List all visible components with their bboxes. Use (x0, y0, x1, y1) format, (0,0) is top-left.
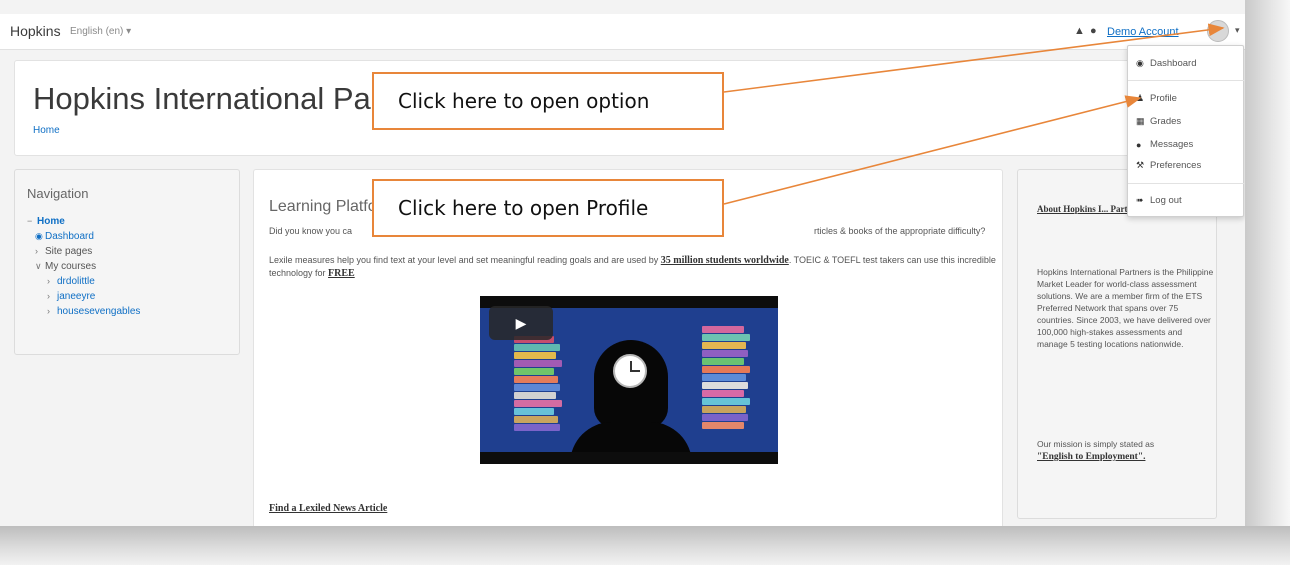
screenshot-shadow-bottom (0, 526, 1290, 565)
moodle-page: Hopkins English (en) ▾ ▲ ● Demo Account … (0, 0, 1245, 526)
arrow-to-user-menu (723, 23, 1225, 93)
callout-arrows (723, 23, 1225, 205)
screenshot-shadow-right (1245, 0, 1290, 565)
arrow-to-profile (723, 95, 1142, 205)
